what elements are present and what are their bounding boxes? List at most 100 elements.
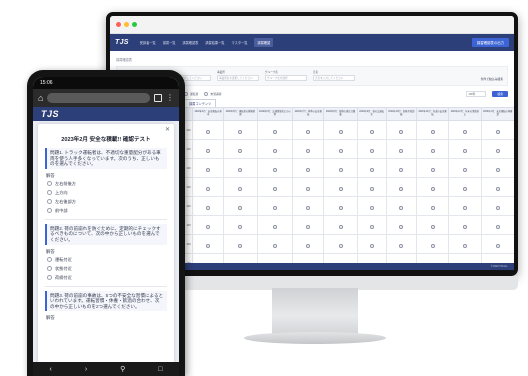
answer-choice[interactable]: 左右後部方 [47, 199, 166, 205]
nav-item-check-sheet[interactable]: 講習確認表 [182, 40, 198, 45]
radio-icon[interactable] [338, 244, 343, 248]
radio-icon[interactable] [399, 187, 404, 191]
radio-icon[interactable] [306, 130, 311, 134]
radio-icon[interactable] [399, 130, 404, 134]
radio-icon[interactable] [495, 187, 500, 191]
radio-icon[interactable] [238, 206, 243, 210]
radio-icon[interactable] [238, 168, 243, 172]
radio-icon[interactable] [369, 168, 374, 172]
radio-icon[interactable] [238, 187, 243, 191]
answer-choice[interactable]: 前中部 [47, 208, 166, 214]
answer-choice[interactable]: 上方向 [47, 190, 166, 196]
radio-icon[interactable] [238, 130, 243, 134]
radio-icon[interactable] [462, 206, 467, 210]
radio-icon[interactable] [462, 149, 467, 153]
radio-icon[interactable] [495, 225, 500, 229]
tab-course-content[interactable]: 講習コンテンツ [184, 99, 217, 107]
nav-item-results[interactable]: 講習結果一覧 [205, 40, 224, 45]
answer-choice[interactable]: 左右前後方 [47, 181, 166, 187]
radio-icon[interactable] [495, 168, 500, 172]
radio-icon[interactable] [238, 225, 243, 229]
radio-icon[interactable] [338, 206, 343, 210]
radio-icon[interactable] [272, 187, 277, 191]
radio-icon[interactable] [306, 225, 311, 229]
option-not-taken[interactable]: 未受講者 [204, 92, 222, 96]
radio-icon[interactable] [430, 168, 435, 172]
radio-icon[interactable] [338, 130, 343, 134]
radio-icon[interactable] [462, 244, 467, 248]
radio-icon[interactable] [462, 130, 467, 134]
radio-icon[interactable] [206, 225, 211, 229]
radio-icon[interactable] [369, 149, 374, 153]
radio-icon[interactable] [206, 187, 211, 191]
radio-icon[interactable] [272, 206, 277, 210]
radio-icon[interactable] [462, 225, 467, 229]
radio-icon[interactable] [238, 244, 243, 248]
radio-icon[interactable] [338, 149, 343, 153]
radio-icon[interactable] [338, 168, 343, 172]
radio-icon[interactable] [399, 168, 404, 172]
export-button[interactable]: 講習確認表の出力 [471, 38, 509, 47]
radio-icon[interactable] [272, 244, 277, 248]
office-select[interactable]: 事業所名を選択してください [217, 75, 259, 81]
radio-icon[interactable] [206, 168, 211, 172]
home-icon[interactable]: ⌂ [38, 93, 43, 103]
nav-item-masters[interactable]: マスタ一覧 [232, 40, 248, 45]
radio-icon[interactable] [338, 225, 343, 229]
name-input[interactable]: 氏名を入力してください [313, 75, 355, 81]
radio-icon[interactable] [338, 187, 343, 191]
radio-icon[interactable] [495, 206, 500, 210]
forward-icon[interactable]: › [85, 366, 87, 373]
radio-icon[interactable] [369, 244, 374, 248]
nav-item-confirm[interactable]: 講習確認 [254, 38, 274, 47]
radio-icon[interactable] [272, 225, 277, 229]
radio-icon[interactable] [306, 206, 311, 210]
maximize-window-icon[interactable] [132, 22, 137, 27]
radio-icon[interactable] [369, 187, 374, 191]
radio-icon[interactable] [369, 206, 374, 210]
brand-logo[interactable]: TJS [115, 39, 129, 46]
radio-icon[interactable] [495, 244, 500, 248]
answer-choice[interactable]: 荷締付近 [47, 275, 166, 281]
radio-icon[interactable] [206, 149, 211, 153]
radio-icon[interactable] [238, 149, 243, 153]
radio-icon[interactable] [430, 206, 435, 210]
radio-icon[interactable] [306, 149, 311, 153]
advanced-search-link[interactable]: 条件で絞込み検索 [481, 77, 503, 81]
nav-item-learners[interactable]: 受講者一覧 [140, 40, 156, 45]
radio-icon[interactable] [495, 149, 500, 153]
radio-icon[interactable] [369, 130, 374, 134]
radio-icon[interactable] [430, 149, 435, 153]
radio-icon[interactable] [430, 187, 435, 191]
group-select[interactable]: グループ名を選択 [265, 75, 307, 81]
minimize-window-icon[interactable] [124, 22, 129, 27]
page-size-select[interactable]: 100件 [466, 91, 487, 97]
radio-icon[interactable] [306, 244, 311, 248]
radio-icon[interactable] [306, 168, 311, 172]
search-icon[interactable]: ⚲ [120, 365, 125, 373]
nav-item-courses[interactable]: 講習一覧 [163, 40, 176, 45]
address-bar[interactable] [47, 93, 150, 103]
radio-icon[interactable] [399, 244, 404, 248]
close-icon[interactable]: ✕ [165, 126, 170, 133]
brand-logo[interactable]: TJS [41, 109, 59, 119]
radio-icon[interactable] [272, 149, 277, 153]
more-menu-icon[interactable]: ⋮ [166, 94, 174, 102]
answer-choice[interactable]: 状態付近 [47, 266, 166, 272]
radio-icon[interactable] [399, 206, 404, 210]
option-drivers[interactable]: 運転者 [184, 92, 198, 96]
search-button[interactable]: 検索 [492, 91, 508, 97]
radio-icon[interactable] [430, 130, 435, 134]
tabs-count-icon[interactable]: □ [158, 366, 162, 373]
radio-icon[interactable] [399, 149, 404, 153]
radio-icon[interactable] [272, 168, 277, 172]
back-icon[interactable]: ‹ [49, 366, 51, 373]
radio-icon[interactable] [206, 206, 211, 210]
radio-icon[interactable] [206, 130, 211, 134]
radio-icon[interactable] [462, 168, 467, 172]
radio-icon[interactable] [399, 225, 404, 229]
radio-icon[interactable] [430, 225, 435, 229]
radio-icon[interactable] [306, 187, 311, 191]
close-window-icon[interactable] [116, 22, 121, 27]
answer-choice[interactable]: 運転付近 [47, 257, 166, 263]
